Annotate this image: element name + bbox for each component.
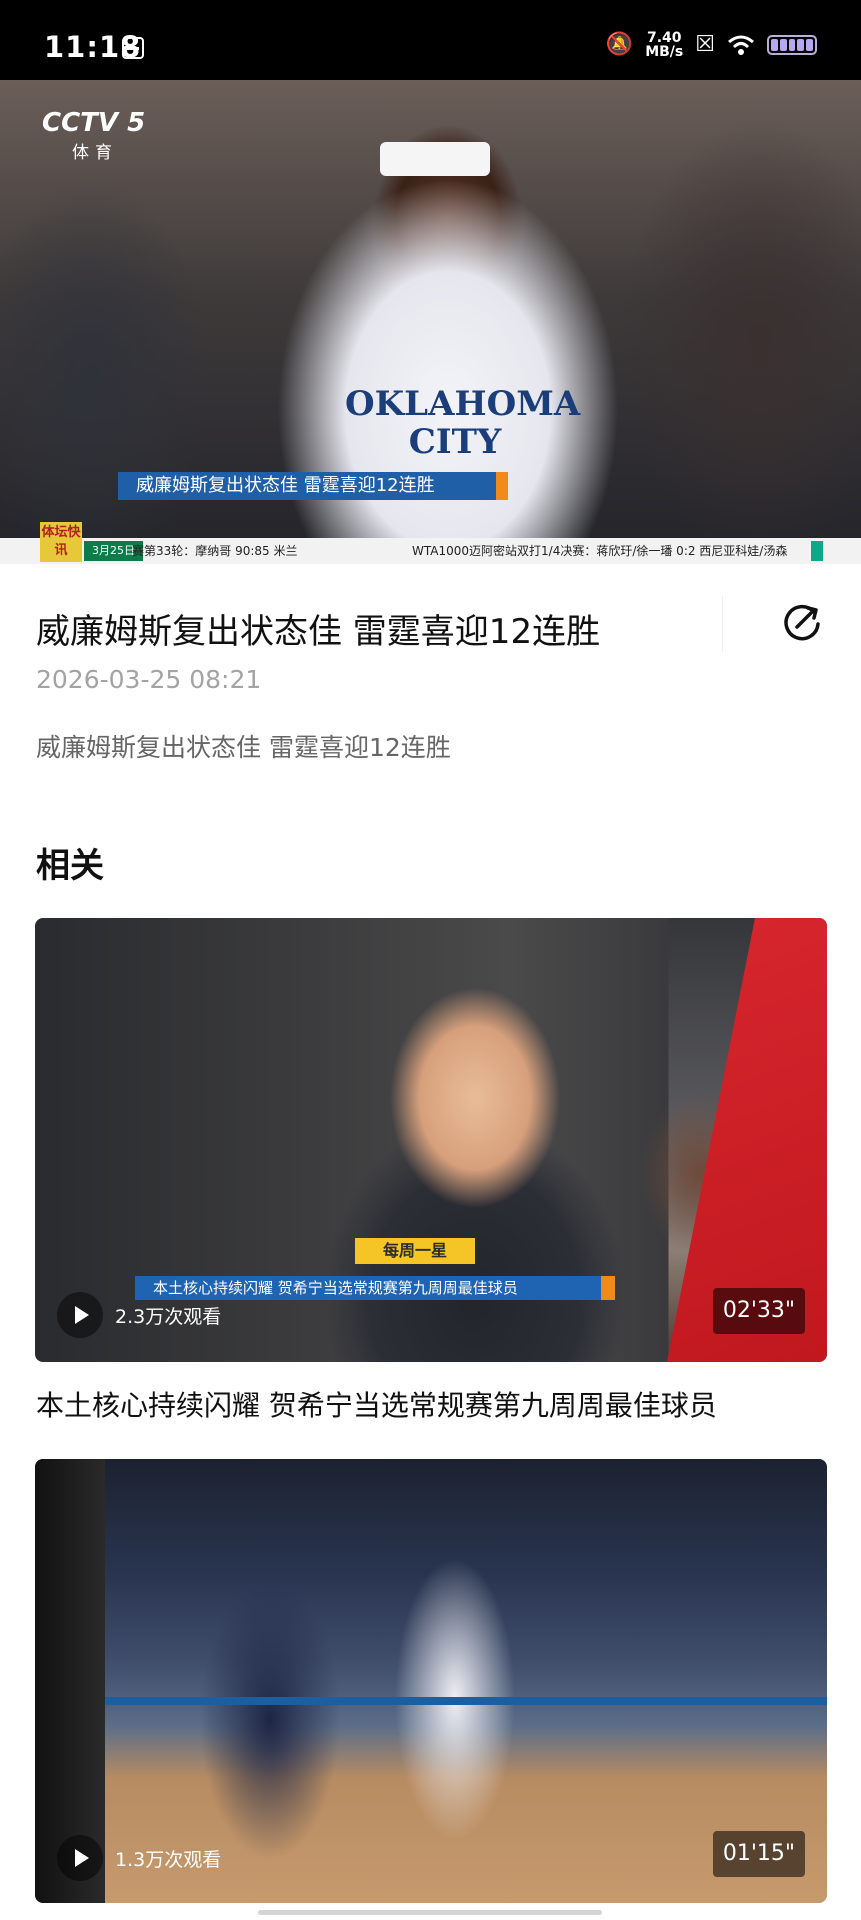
status-icons: 🔕 7.40 MB/s ☒ bbox=[606, 30, 817, 60]
related-video-title[interactable]: 本土核心持续闪耀 贺希宁当选常规赛第九周周最佳球员 bbox=[36, 1384, 717, 1424]
mute-icon: 🔕 bbox=[605, 32, 634, 57]
video-duration: 01'15" bbox=[712, 1831, 805, 1877]
video-caption: 威廉姆斯复出状态佳 雷霆喜迎12连胜 bbox=[118, 472, 508, 500]
video-player[interactable]: OKLAHOMA CITY CCTV 5 体育 威廉姆斯复出状态佳 雷霆喜迎12… bbox=[0, 80, 861, 564]
related-video-card[interactable]: 1.3万次观看 01'15" bbox=[35, 1459, 827, 1903]
home-indicator[interactable] bbox=[258, 1910, 602, 1915]
jersey-text: OKLAHOMA CITY bbox=[345, 384, 581, 462]
overlay-badge: 每周一星 bbox=[355, 1238, 475, 1264]
related-video-card[interactable]: 每周一星 本土核心持续闪耀 贺希宁当选常规赛第九周周最佳球员 2.3万次观看 0… bbox=[35, 918, 827, 1362]
publish-date: 2026-03-25 08:21 bbox=[36, 665, 262, 694]
related-section-title: 相关 bbox=[36, 846, 104, 886]
view-count: 1.3万次观看 bbox=[115, 1849, 222, 1871]
ticker-text-left: 赛第33轮：摩纳哥 90:85 米兰 bbox=[132, 544, 298, 558]
ticker-text-right: WTA1000迈阿密站双打1/4决赛：蒋欣玗/徐一璠 0:2 西尼亚科娃/汤森 bbox=[412, 544, 788, 558]
play-icon[interactable] bbox=[57, 1292, 103, 1338]
overlay-caption: 本土核心持续闪耀 贺希宁当选常规赛第九周周最佳球员 bbox=[135, 1276, 615, 1300]
ticker-badge: 体坛快讯 bbox=[40, 522, 82, 562]
play-icon[interactable] bbox=[57, 1835, 103, 1881]
ticker-end-marker bbox=[811, 541, 823, 561]
calendar-icon bbox=[122, 37, 144, 59]
battery-icon bbox=[767, 35, 817, 55]
x-app-icon: ☒ bbox=[695, 32, 715, 57]
status-bar: 11:18 🔕 7.40 MB/s ☒ bbox=[0, 0, 861, 80]
view-count: 2.3万次观看 bbox=[115, 1306, 222, 1328]
share-icon[interactable] bbox=[780, 600, 824, 644]
video-duration: 02'33" bbox=[712, 1288, 805, 1334]
court-rail bbox=[35, 1697, 827, 1705]
divider bbox=[722, 596, 723, 652]
article-title: 威廉姆斯复出状态佳 雷霆喜迎12连胜 bbox=[36, 612, 601, 652]
player-headband bbox=[380, 142, 490, 176]
wifi-icon bbox=[728, 35, 754, 55]
article-description: 威廉姆斯复出状态佳 雷霆喜迎12连胜 bbox=[36, 733, 451, 762]
channel-logo: CCTV 5 体育 bbox=[42, 108, 146, 163]
network-speed: 7.40 MB/s bbox=[645, 30, 684, 60]
news-ticker: 3月25日 赛第33轮：摩纳哥 90:85 米兰 WTA1000迈阿密站双打1/… bbox=[0, 538, 861, 564]
